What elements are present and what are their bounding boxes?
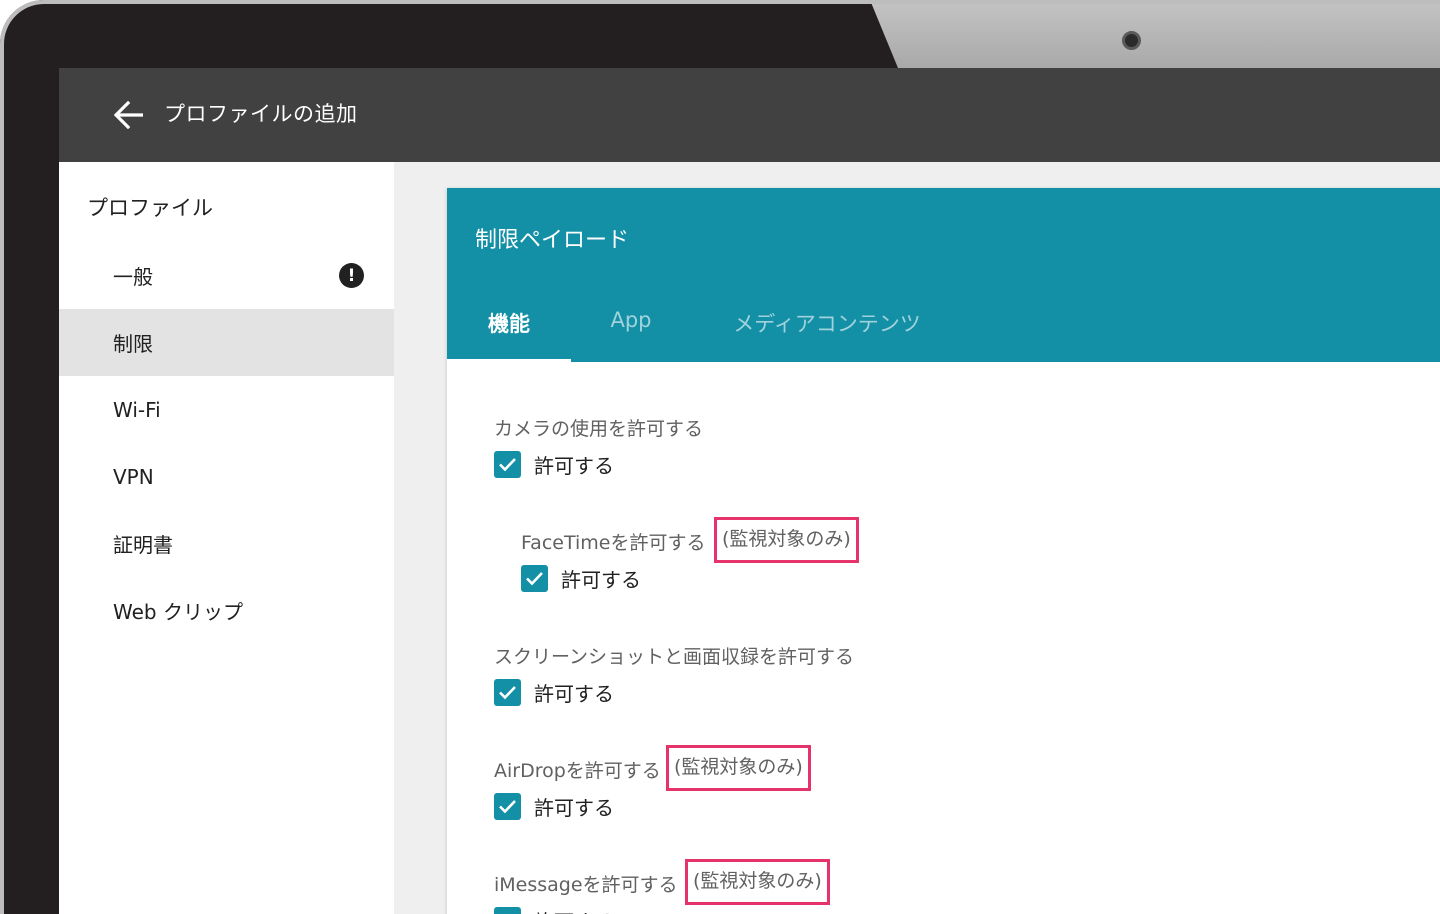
tab-label: 機能: [488, 312, 530, 336]
checkbox-label: 許可する: [534, 796, 614, 820]
setting-label-airdrop: AirDropを許可する: [494, 760, 661, 782]
checkbox-camera[interactable]: 許可する: [494, 450, 614, 479]
camera-icon: [1122, 31, 1141, 50]
setting-label-facetime: FaceTimeを許可する: [521, 532, 706, 554]
supervised-only-badge: (監視対象のみ): [666, 745, 811, 791]
checkbox-airdrop[interactable]: 許可する: [494, 792, 614, 821]
tab-app[interactable]: App: [571, 296, 691, 362]
checkbox-checked-icon: [494, 793, 521, 820]
setting-label-screenshots: スクリーンショットと画面収録を許可する: [494, 646, 855, 668]
sidebar-item-certificates[interactable]: 証明書: [59, 510, 394, 577]
checkbox-label: 許可する: [534, 906, 614, 914]
checkbox-label: 許可する: [534, 682, 614, 706]
supervised-only-badge: (監視対象のみ): [685, 859, 830, 905]
sidebar: プロファイル 一般 ! 制限 Wi-Fi VPN 証明書 Web クリップ: [59, 162, 394, 914]
sidebar-item-label: Web クリップ: [113, 600, 243, 624]
alert-icon: !: [339, 263, 364, 288]
checkbox-facetime[interactable]: 許可する: [521, 564, 641, 593]
sidebar-item-vpn[interactable]: VPN: [59, 443, 394, 510]
checkbox-checked-icon: [521, 565, 548, 592]
checkbox-checked-icon: [494, 907, 521, 914]
app-bar: プロファイルの追加: [59, 68, 1440, 162]
checkbox-label: 許可する: [534, 454, 614, 478]
tab-label: App: [610, 308, 652, 332]
card-header: 制限ペイロード 機能 App メディアコンテンツ: [447, 188, 1440, 362]
tab-label: メディアコンテンツ: [733, 312, 921, 336]
page-title: プロファイルの追加: [164, 102, 358, 126]
sidebar-item-label: 制限: [113, 332, 153, 356]
screen: プロファイルの追加 プロファイル 一般 ! 制限 Wi-Fi VPN 証明書 W…: [59, 68, 1440, 914]
sidebar-item-general[interactable]: 一般 !: [59, 242, 394, 309]
arrow-left-icon: [114, 101, 143, 129]
sidebar-item-restrictions[interactable]: 制限: [59, 309, 394, 376]
checkbox-screenshots[interactable]: 許可する: [494, 678, 614, 707]
laptop-bezel: プロファイルの追加 プロファイル 一般 ! 制限 Wi-Fi VPN 証明書 W…: [0, 0, 1440, 914]
sidebar-item-label: 一般: [113, 265, 153, 289]
sidebar-item-wifi[interactable]: Wi-Fi: [59, 376, 394, 443]
tab-media-content[interactable]: メディアコンテンツ: [717, 296, 937, 362]
sidebar-item-label: 証明書: [113, 533, 173, 557]
setting-label-imessage: iMessageを許可する: [494, 874, 678, 896]
supervised-only-badge: (監視対象のみ): [714, 517, 859, 563]
sidebar-heading: プロファイル: [87, 196, 213, 220]
sidebar-item-label: Wi-Fi: [113, 397, 161, 422]
setting-label-camera: カメラの使用を許可する: [494, 418, 704, 440]
tab-functionality[interactable]: 機能: [447, 296, 571, 362]
checkbox-checked-icon: [494, 679, 521, 706]
checkbox-checked-icon: [494, 451, 521, 478]
bezel-glare: [870, 0, 1440, 68]
sidebar-item-web-clip[interactable]: Web クリップ: [59, 577, 394, 644]
back-button[interactable]: [111, 97, 147, 133]
checkbox-imessage[interactable]: 許可する: [494, 906, 614, 914]
sidebar-item-label: VPN: [113, 464, 154, 489]
restrictions-card: 制限ペイロード 機能 App メディアコンテンツ カメラの使用を許可する 許可す…: [447, 188, 1440, 914]
checkbox-label: 許可する: [561, 568, 641, 592]
card-title: 制限ペイロード: [475, 228, 630, 253]
tab-indicator: [447, 359, 571, 362]
